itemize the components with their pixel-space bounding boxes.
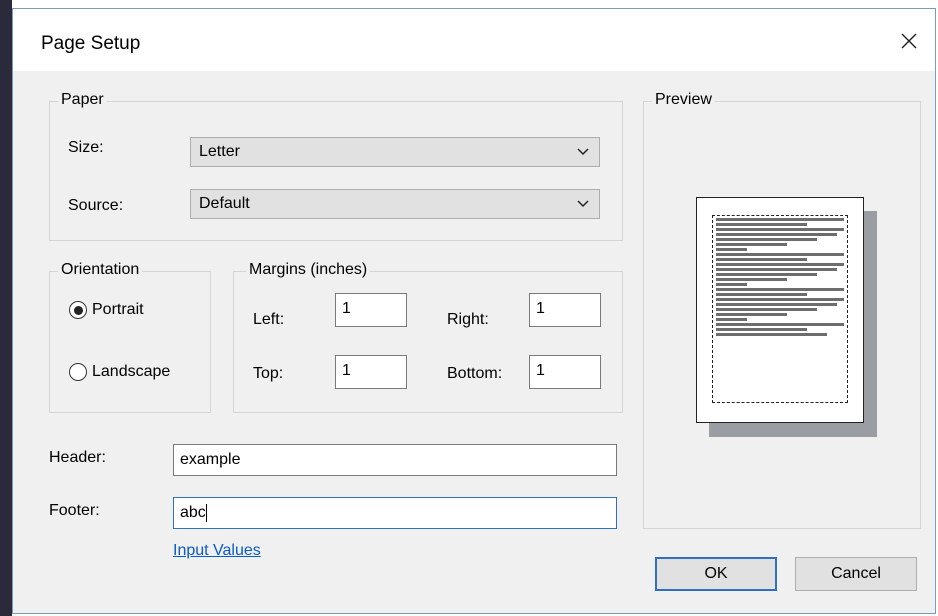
- preview-text-line: [716, 293, 807, 296]
- preview-text-line: [716, 333, 827, 336]
- close-button[interactable]: [891, 25, 927, 57]
- preview-text-line: [716, 323, 844, 326]
- preview-text-line: [716, 248, 747, 251]
- landscape-label: Landscape: [92, 363, 171, 380]
- margins-legend: Margins (inches): [246, 261, 371, 279]
- preview-text-line: [716, 303, 837, 306]
- preview-text-line: [716, 318, 747, 321]
- right-margin-input[interactable]: 1: [529, 293, 601, 327]
- top-margin-label: Top:: [253, 365, 284, 382]
- dialog-title: Page Setup: [41, 33, 141, 54]
- preview-text-line: [716, 313, 787, 316]
- preview-text-line: [716, 258, 807, 261]
- preview-text-line: [716, 273, 817, 276]
- ok-button[interactable]: OK: [655, 557, 777, 591]
- source-dropdown[interactable]: Default: [190, 189, 600, 219]
- source-label: Source:: [68, 197, 124, 214]
- page-setup-dialog: Page Setup Paper Size: Letter Source: De…: [12, 8, 936, 614]
- portrait-radio-indicator: [69, 301, 87, 319]
- paper-legend: Paper: [58, 91, 107, 109]
- preview-text-line: [716, 278, 787, 281]
- source-dropdown-value: Default: [199, 195, 250, 212]
- orientation-legend: Orientation: [58, 261, 143, 279]
- bottom-margin-label: Bottom:: [447, 365, 503, 382]
- chevron-down-icon: [577, 148, 589, 156]
- preview-text-line: [716, 233, 837, 236]
- footer-input[interactable]: abc: [173, 497, 617, 529]
- preview-text-line: [716, 283, 747, 286]
- header-label: Header:: [49, 449, 106, 466]
- top-margin-input[interactable]: 1: [335, 355, 407, 389]
- bottom-margin-input[interactable]: 1: [529, 355, 601, 389]
- title-bar: Page Setup: [13, 9, 935, 71]
- input-values-link[interactable]: Input Values: [173, 542, 261, 560]
- portrait-radio[interactable]: Portrait: [69, 301, 144, 319]
- landscape-radio-indicator: [69, 363, 87, 381]
- preview-text-line: [716, 268, 837, 271]
- portrait-label: Portrait: [92, 301, 144, 318]
- preview-text-line: [716, 308, 817, 311]
- landscape-radio[interactable]: Landscape: [69, 363, 170, 381]
- preview-margin-area: [712, 215, 848, 403]
- paper-group: Paper: [49, 91, 623, 241]
- left-margin-label: Left:: [253, 311, 285, 328]
- preview-text-line: [716, 243, 787, 246]
- preview-text-line: [716, 328, 807, 331]
- cancel-button[interactable]: Cancel: [795, 557, 917, 591]
- close-icon: [901, 33, 917, 49]
- radio-selected-dot: [73, 305, 83, 315]
- preview-text-line: [716, 218, 844, 221]
- left-margin-input[interactable]: 1: [335, 293, 407, 327]
- preview-text-line: [716, 253, 844, 256]
- preview-text-line: [716, 263, 844, 266]
- size-dropdown-value: Letter: [199, 143, 240, 160]
- preview-text-line: [716, 228, 844, 231]
- footer-input-value: abc: [180, 504, 206, 521]
- header-input[interactable]: example: [173, 444, 617, 476]
- preview-text-line: [716, 298, 844, 301]
- preview-text-line: [716, 288, 844, 291]
- right-margin-label: Right:: [447, 311, 489, 328]
- preview-text-line: [716, 238, 817, 241]
- size-label: Size:: [68, 139, 104, 156]
- background-window-edge: [0, 0, 12, 616]
- preview-legend: Preview: [652, 91, 715, 109]
- screen: Page Setup Paper Size: Letter Source: De…: [0, 0, 938, 616]
- size-dropdown[interactable]: Letter: [190, 137, 600, 167]
- text-cursor: [205, 503, 207, 522]
- orientation-group: Orientation: [49, 261, 211, 413]
- footer-label: Footer:: [49, 502, 100, 519]
- chevron-down-icon: [577, 200, 589, 208]
- preview-text-line: [716, 223, 807, 226]
- preview-page: [696, 197, 864, 423]
